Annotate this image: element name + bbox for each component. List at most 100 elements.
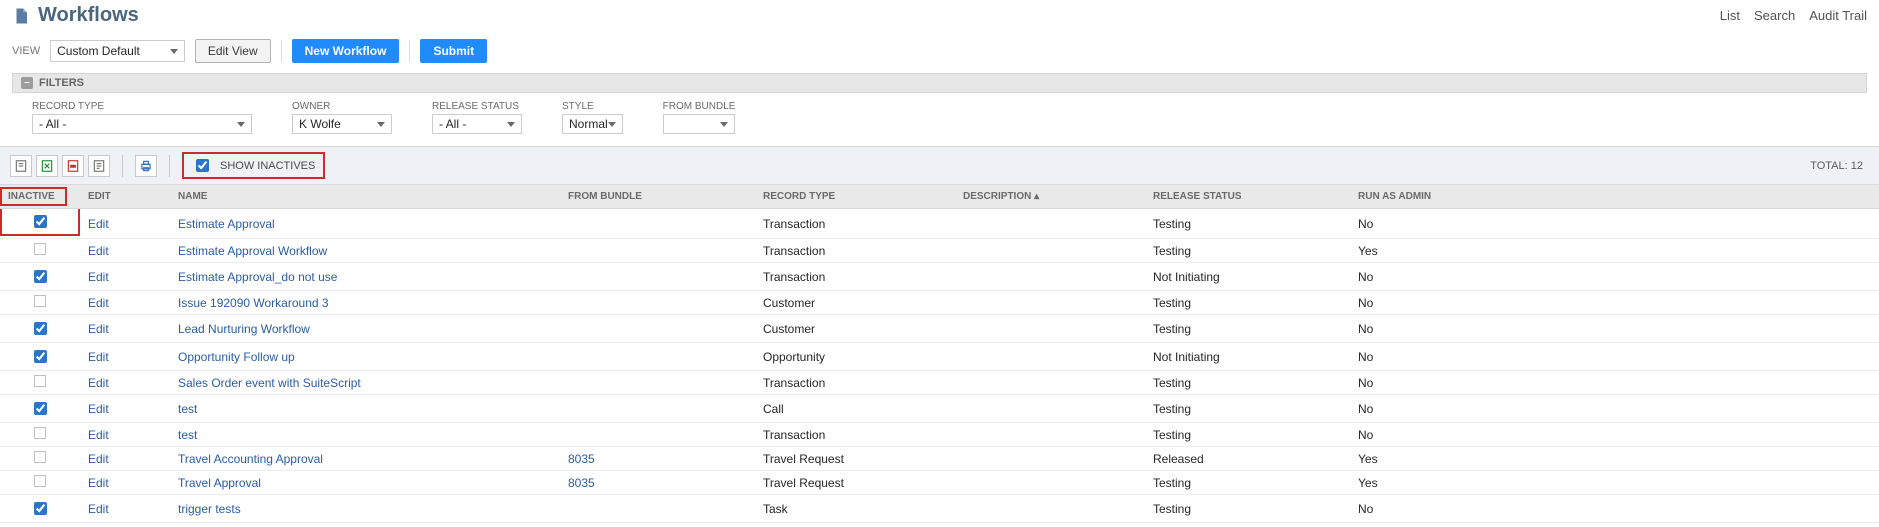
workflow-name-link[interactable]: Opportunity Follow up [178, 350, 295, 364]
total-count: TOTAL: 12 [1810, 160, 1869, 172]
link-search[interactable]: Search [1754, 8, 1795, 23]
workflow-name-link[interactable]: trigger tests [178, 502, 241, 516]
col-inactive[interactable]: INACTIVE [0, 185, 80, 209]
inactive-checkbox[interactable] [34, 375, 46, 387]
inactive-checkbox[interactable] [34, 502, 47, 515]
filter-label-from-bundle: FROM BUNDLE [663, 101, 736, 112]
run-as-admin-cell: Yes [1350, 239, 1879, 263]
filters-heading: FILTERS [39, 77, 84, 89]
show-inactives-toggle[interactable]: SHOW INACTIVES [182, 152, 325, 179]
inactive-checkbox[interactable] [34, 427, 46, 439]
col-name[interactable]: NAME [170, 185, 560, 209]
filter-record-type[interactable]: - All - [32, 114, 252, 134]
col-record-type[interactable]: RECORD TYPE [755, 185, 955, 209]
inactive-checkbox[interactable] [34, 322, 47, 335]
edit-link[interactable]: Edit [88, 217, 109, 231]
description-cell [955, 495, 1145, 523]
divider [122, 155, 123, 177]
print-icon[interactable] [135, 155, 157, 177]
run-as-admin-cell: No [1350, 315, 1879, 343]
run-as-admin-cell: No [1350, 423, 1879, 447]
workflow-name-link[interactable]: test [178, 402, 197, 416]
workflow-name-link[interactable]: Lead Nurturing Workflow [178, 322, 310, 336]
col-from-bundle[interactable]: FROM BUNDLE [560, 185, 755, 209]
description-cell [955, 471, 1145, 495]
workflow-name-link[interactable]: Estimate Approval Workflow [178, 244, 327, 258]
link-list[interactable]: List [1720, 8, 1740, 23]
filter-owner[interactable]: K Wolfe [292, 114, 392, 134]
edit-link[interactable]: Edit [88, 350, 109, 364]
edit-view-button[interactable]: Edit View [195, 39, 271, 63]
record-type-cell: Customer [755, 315, 955, 343]
inactive-checkbox[interactable] [34, 475, 46, 487]
edit-link[interactable]: Edit [88, 402, 109, 416]
new-workflow-button[interactable]: New Workflow [292, 39, 400, 63]
filter-record-type-value: - All - [39, 117, 66, 131]
link-audit-trail[interactable]: Audit Trail [1809, 8, 1867, 23]
record-type-cell: Task [755, 495, 955, 523]
description-cell [955, 395, 1145, 423]
export-csv-icon[interactable] [10, 155, 32, 177]
table-row: EdittestTransactionTestingNo [0, 423, 1879, 447]
col-release-status[interactable]: RELEASE STATUS [1145, 185, 1350, 209]
release-status-cell: Testing [1145, 495, 1350, 523]
bundle-cell[interactable]: 8035 [568, 452, 595, 466]
show-inactives-checkbox[interactable] [196, 159, 209, 172]
filter-release-status[interactable]: - All - [432, 114, 522, 134]
workflow-name-link[interactable]: Travel Approval [178, 476, 261, 490]
col-edit[interactable]: EDIT [80, 185, 170, 209]
edit-link[interactable]: Edit [88, 428, 109, 442]
filter-release-status-value: - All - [439, 117, 466, 131]
edit-link[interactable]: Edit [88, 296, 109, 310]
edit-link[interactable]: Edit [88, 452, 109, 466]
run-as-admin-cell: No [1350, 209, 1879, 239]
release-status-cell: Testing [1145, 209, 1350, 239]
view-select[interactable]: Custom Default [50, 40, 185, 62]
inactive-checkbox[interactable] [34, 402, 47, 415]
workflow-name-link[interactable]: test [178, 428, 197, 442]
export-pdf-icon[interactable] [62, 155, 84, 177]
header-links: List Search Audit Trail [1720, 8, 1867, 23]
col-run-as-admin[interactable]: RUN AS ADMIN [1350, 185, 1879, 209]
table-row: Edittrigger testsTaskTestingNo [0, 495, 1879, 523]
inactive-checkbox[interactable] [34, 215, 47, 228]
divider [281, 40, 282, 62]
filters-body: RECORD TYPE - All - OWNER K Wolfe RELEAS… [12, 93, 1867, 146]
export-excel-icon[interactable] [36, 155, 58, 177]
run-as-admin-cell: No [1350, 263, 1879, 291]
description-cell [955, 423, 1145, 447]
workflow-name-link[interactable]: Sales Order event with SuiteScript [178, 376, 361, 390]
edit-link[interactable]: Edit [88, 270, 109, 284]
workflow-name-link[interactable]: Estimate Approval_do not use [178, 270, 337, 284]
col-description[interactable]: DESCRIPTION ▴ [955, 185, 1145, 209]
edit-link[interactable]: Edit [88, 322, 109, 336]
run-as-admin-cell: No [1350, 371, 1879, 395]
export-doc-icon[interactable] [88, 155, 110, 177]
edit-link[interactable]: Edit [88, 244, 109, 258]
inactive-checkbox[interactable] [34, 451, 46, 463]
inactive-checkbox[interactable] [34, 270, 47, 283]
filters-header[interactable]: – FILTERS [12, 73, 1867, 93]
edit-link[interactable]: Edit [88, 502, 109, 516]
release-status-cell: Not Initiating [1145, 343, 1350, 371]
edit-link[interactable]: Edit [88, 476, 109, 490]
bundle-cell[interactable]: 8035 [568, 476, 595, 490]
inactive-checkbox[interactable] [34, 243, 46, 255]
record-type-cell: Customer [755, 291, 955, 315]
release-status-cell: Testing [1145, 471, 1350, 495]
workflow-name-link[interactable]: Issue 192090 Workaround 3 [178, 296, 329, 310]
document-icon [12, 5, 30, 27]
filter-from-bundle[interactable] [663, 114, 736, 134]
edit-link[interactable]: Edit [88, 376, 109, 390]
release-status-cell: Not Initiating [1145, 263, 1350, 291]
collapse-icon[interactable]: – [21, 77, 33, 89]
submit-button[interactable]: Submit [420, 39, 487, 63]
inactive-checkbox[interactable] [34, 350, 47, 363]
filter-style[interactable]: Normal [562, 114, 623, 134]
workflow-name-link[interactable]: Travel Accounting Approval [178, 452, 323, 466]
record-type-cell: Travel Request [755, 471, 955, 495]
workflow-name-link[interactable]: Estimate Approval [178, 217, 275, 231]
inactive-checkbox[interactable] [34, 295, 46, 307]
view-label: VIEW [12, 45, 40, 57]
view-select-value: Custom Default [57, 44, 140, 58]
